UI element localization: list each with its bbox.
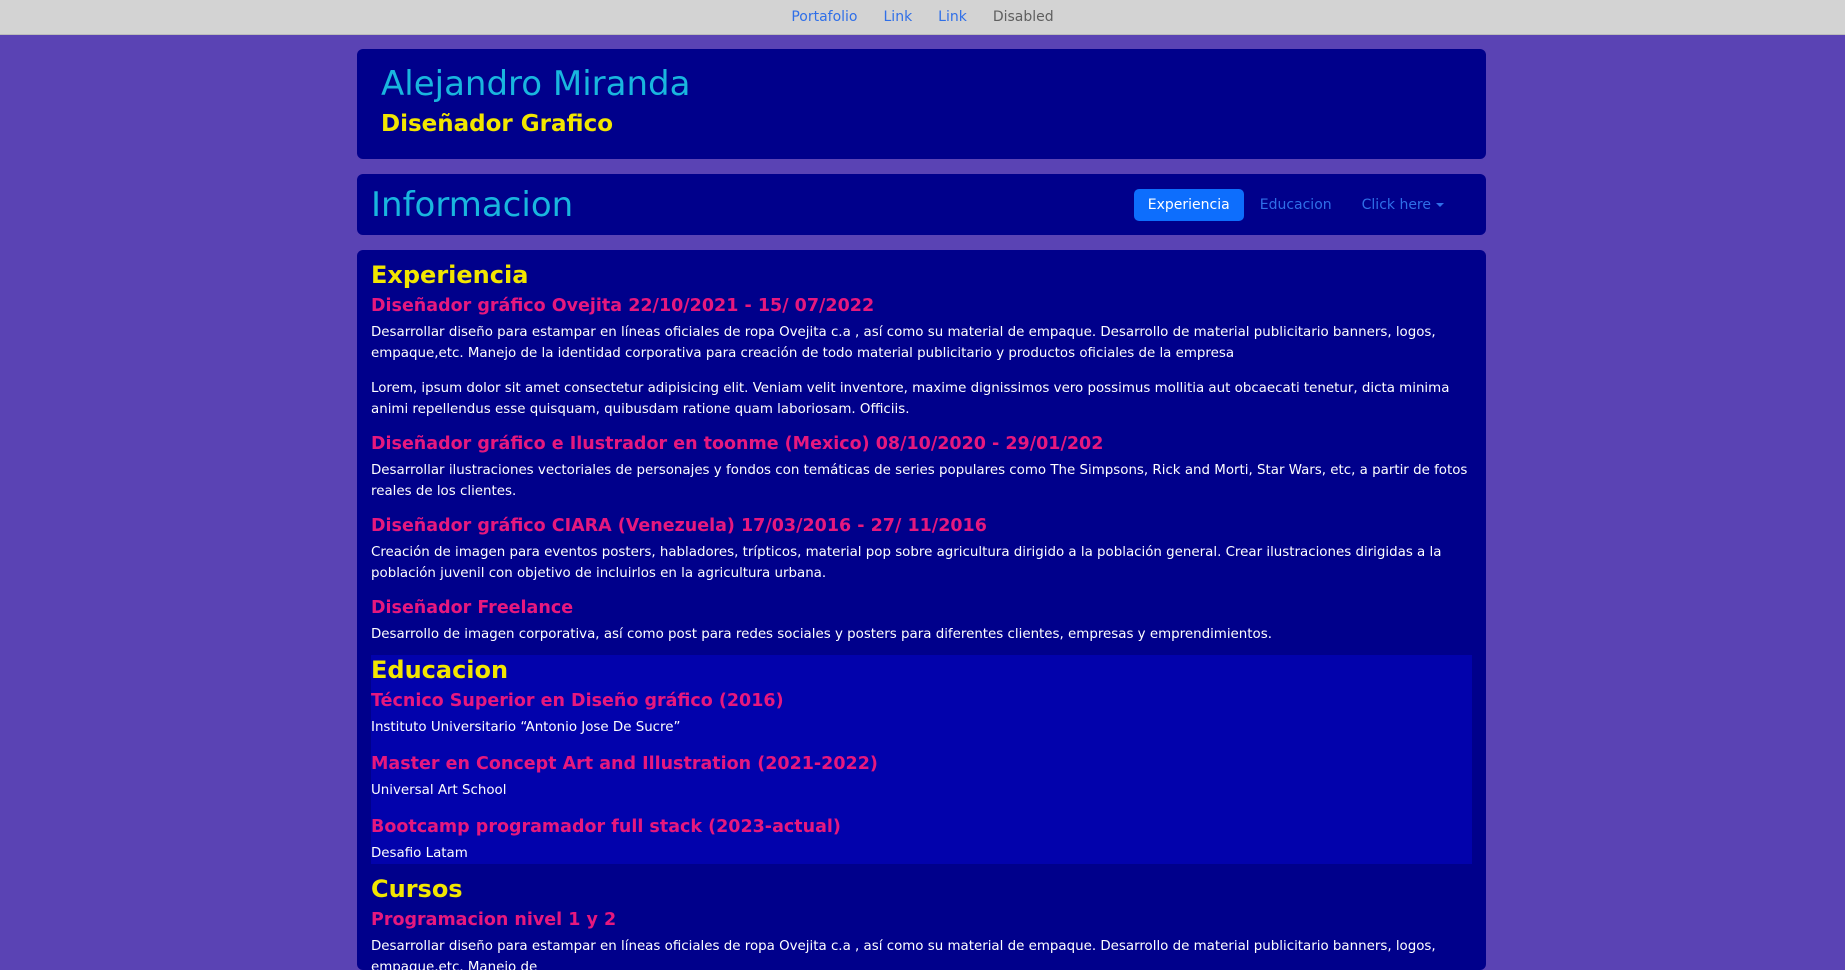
- course-item-text: Desarrollar diseño para estampar en líne…: [371, 939, 1436, 970]
- courses-section-title: Cursos: [371, 875, 463, 903]
- education-item-place: Instituto Universitario “Antonio Jose De…: [371, 720, 681, 735]
- profile-name: Alejandro Miranda: [381, 64, 691, 104]
- nav-link-2[interactable]: Link: [938, 9, 967, 25]
- experience-item-title: Diseñador Freelance: [371, 598, 574, 618]
- nav-link-1[interactable]: Link: [884, 9, 913, 25]
- experience-item-text: Lorem, ipsum dolor sit amet consectetur …: [371, 381, 1450, 417]
- info-bar: Informacion Experiencia Educacion Click …: [357, 174, 1486, 235]
- content-panel: Experiencia Diseñador gráfico Ovejita 22…: [357, 250, 1486, 970]
- education-item-place: Desafio Latam: [371, 846, 468, 861]
- tab-click-here-dropdown[interactable]: Click here: [1348, 189, 1458, 221]
- experience-item-text: Desarrollar diseño para estampar en líne…: [371, 325, 1436, 361]
- nav-link-portafolio[interactable]: Portafolio: [791, 9, 857, 25]
- experience-item-text: Creación de imagen para eventos posters,…: [371, 545, 1442, 581]
- education-item-title: Técnico Superior en Diseño gráfico (2016…: [371, 691, 784, 711]
- tab-educacion[interactable]: Educacion: [1246, 189, 1346, 221]
- education-section-title: Educacion: [371, 656, 509, 684]
- experience-item-title: Diseñador gráfico Ovejita 22/10/2021 - 1…: [371, 296, 875, 316]
- caret-down-icon: [1436, 202, 1444, 207]
- nav-link-disabled: Disabled: [992, 9, 1054, 25]
- dropdown-label: Click here: [1361, 196, 1431, 213]
- tab-experiencia[interactable]: Experiencia: [1133, 188, 1244, 221]
- education-item-title: Master en Concept Art and Illustration (…: [371, 754, 878, 774]
- experience-section-title: Experiencia: [371, 261, 529, 289]
- info-tabs: Experiencia Educacion Click here: [1132, 188, 1458, 221]
- experience-item-title: Diseñador gráfico e Ilustrador en toonme…: [371, 434, 1104, 454]
- info-title: Informacion: [371, 184, 574, 225]
- top-navbar: Portafolio Link Link Disabled: [0, 0, 1845, 35]
- course-item-title: Programacion nivel 1 y 2: [371, 910, 617, 930]
- profile-header: Alejandro Miranda Diseñador Grafico: [357, 49, 1486, 159]
- experience-item-text: Desarrollar ilustraciones vectoriales de…: [371, 463, 1468, 499]
- experience-item-title: Diseñador gráfico CIARA (Venezuela) 17/0…: [371, 516, 987, 536]
- experience-item-text: Desarrollo de imagen corporativa, así co…: [371, 627, 1272, 642]
- education-item-title: Bootcamp programador full stack (2023-ac…: [371, 817, 841, 837]
- profile-role: Diseñador Grafico: [381, 111, 613, 137]
- education-section: Educacion Técnico Superior en Diseño grá…: [371, 655, 1472, 864]
- education-item-place: Universal Art School: [371, 783, 507, 798]
